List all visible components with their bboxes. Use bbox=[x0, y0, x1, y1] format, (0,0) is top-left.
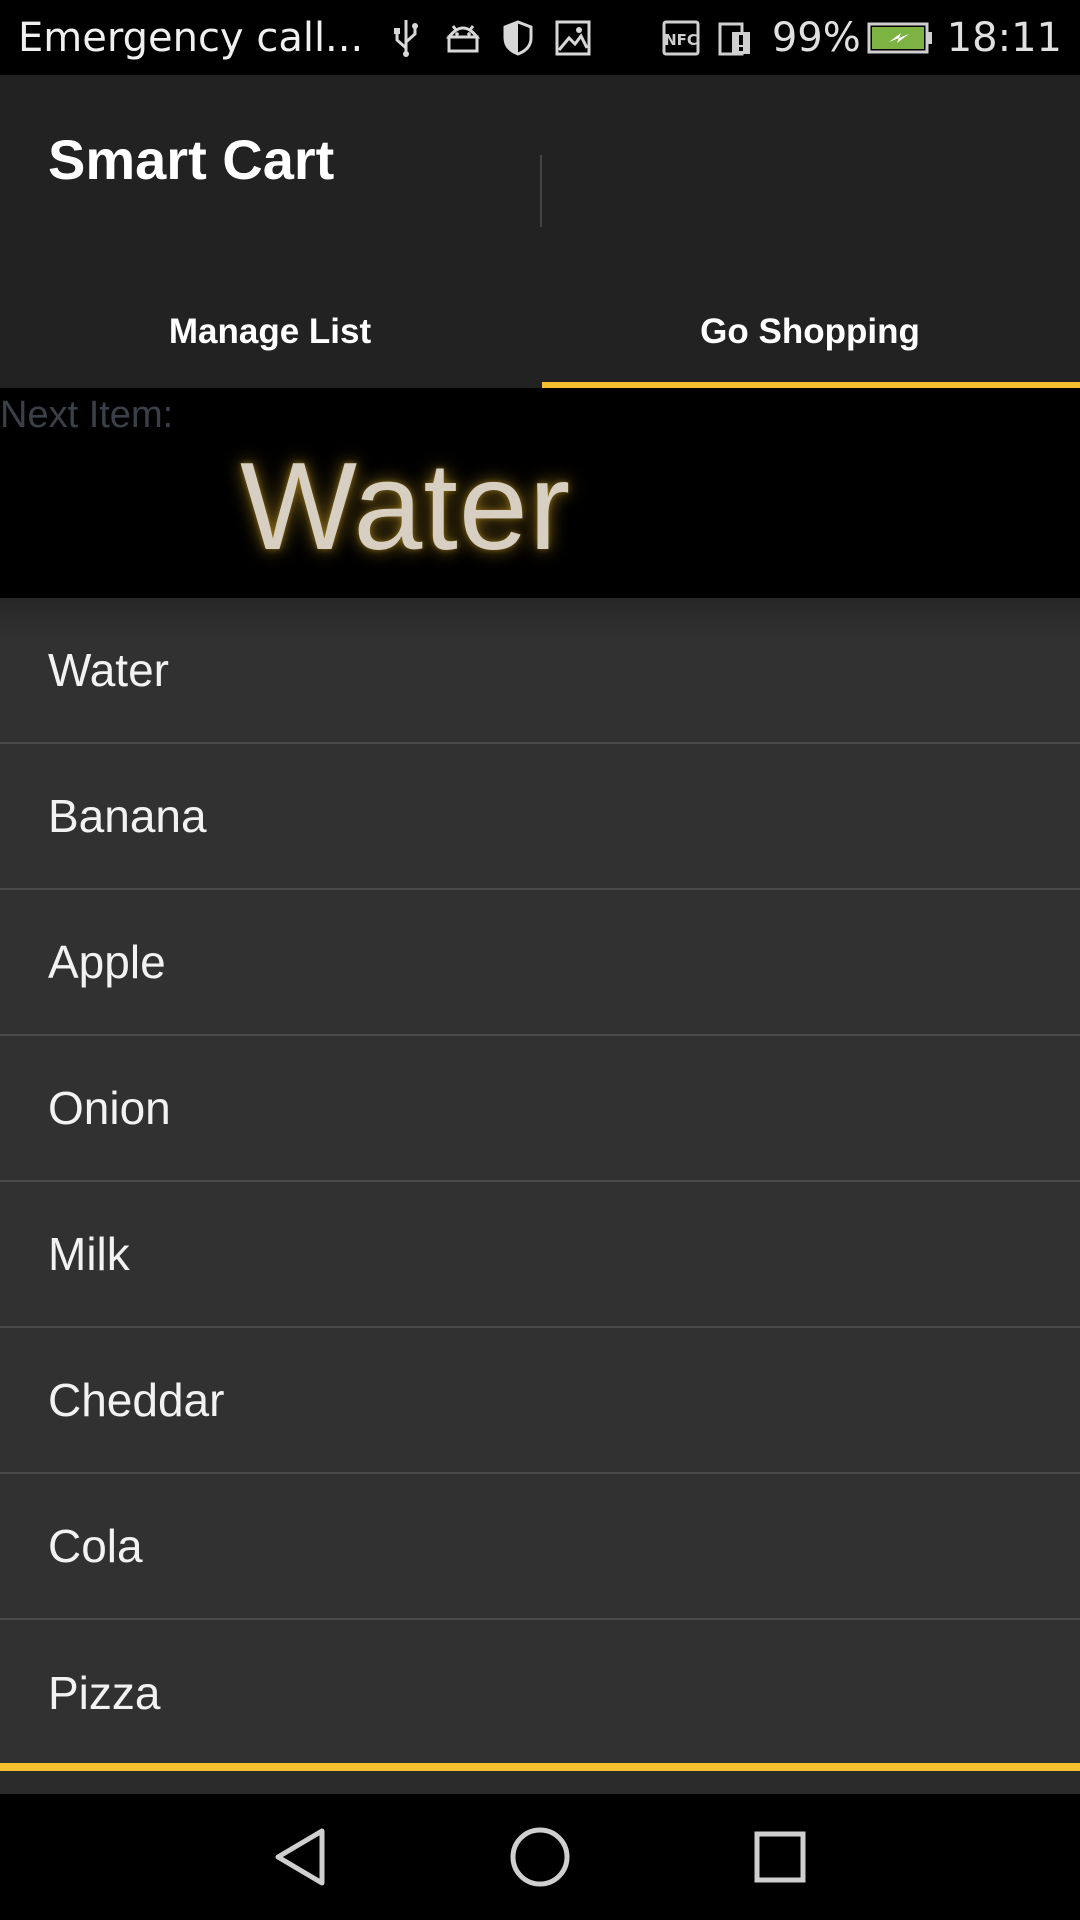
system-nav-bar bbox=[0, 1794, 1080, 1920]
list-item-label: Onion bbox=[48, 1082, 171, 1134]
app-title: Smart Cart bbox=[48, 128, 335, 191]
list-item[interactable]: Cheddar bbox=[0, 1328, 1080, 1474]
tab-manage-list[interactable]: Manage List bbox=[0, 275, 540, 388]
nfc-icon: NFC bbox=[662, 0, 700, 75]
image-icon bbox=[555, 0, 591, 75]
usb-icon bbox=[393, 0, 419, 75]
home-icon[interactable] bbox=[500, 1822, 580, 1892]
recents-icon[interactable] bbox=[740, 1822, 820, 1892]
status-bar: Emergency call... NFC 99% 18:11 bbox=[0, 0, 1080, 75]
next-item-panel: Next Item: Water bbox=[0, 388, 1080, 598]
tab-bar: Manage List Go Shopping bbox=[0, 275, 1080, 388]
status-right: NFC 99% 18:11 bbox=[662, 0, 1062, 75]
app-bar: Smart Cart Manage List Go Shopping bbox=[0, 75, 1080, 388]
tab-divider bbox=[540, 155, 542, 227]
list-item[interactable]: Apple bbox=[0, 890, 1080, 1036]
list-item[interactable]: Pizza bbox=[0, 1620, 1080, 1766]
list-item[interactable]: Onion bbox=[0, 1036, 1080, 1182]
android-debug-icon bbox=[445, 0, 481, 75]
sim-alert-icon bbox=[718, 0, 754, 75]
tab-label: Go Shopping bbox=[700, 311, 920, 351]
list-item[interactable]: Water bbox=[0, 598, 1080, 744]
list-item[interactable]: Banana bbox=[0, 744, 1080, 890]
list-bottom-gap bbox=[0, 1771, 1080, 1794]
list-item-label: Cheddar bbox=[48, 1374, 225, 1426]
battery-charging-icon bbox=[867, 0, 933, 75]
next-item-value: Water bbox=[240, 438, 572, 576]
list-item-label: Banana bbox=[48, 790, 207, 842]
clock: 18:11 bbox=[946, 14, 1062, 61]
shopping-list[interactable]: Water Banana Apple Onion Milk Cheddar Co… bbox=[0, 598, 1080, 1764]
list-item-label: Cola bbox=[48, 1520, 143, 1572]
tab-label: Manage List bbox=[168, 311, 372, 351]
carrier-text: Emergency call... bbox=[18, 14, 364, 61]
svg-text:NFC: NFC bbox=[664, 31, 698, 49]
list-item[interactable]: Cola bbox=[0, 1474, 1080, 1620]
list-item[interactable]: Milk bbox=[0, 1182, 1080, 1328]
back-icon[interactable] bbox=[260, 1822, 340, 1892]
list-item-label: Milk bbox=[48, 1228, 130, 1280]
list-item-label: Apple bbox=[48, 936, 166, 988]
tab-go-shopping[interactable]: Go Shopping bbox=[540, 275, 1080, 388]
list-item-label: Water bbox=[48, 644, 169, 696]
status-left: Emergency call... bbox=[18, 0, 591, 75]
next-item-label: Next Item: bbox=[0, 394, 174, 436]
shield-icon bbox=[503, 0, 533, 75]
battery-percent: 99% bbox=[771, 14, 861, 61]
list-item-label: Pizza bbox=[48, 1667, 161, 1719]
list-end-indicator bbox=[0, 1763, 1080, 1771]
